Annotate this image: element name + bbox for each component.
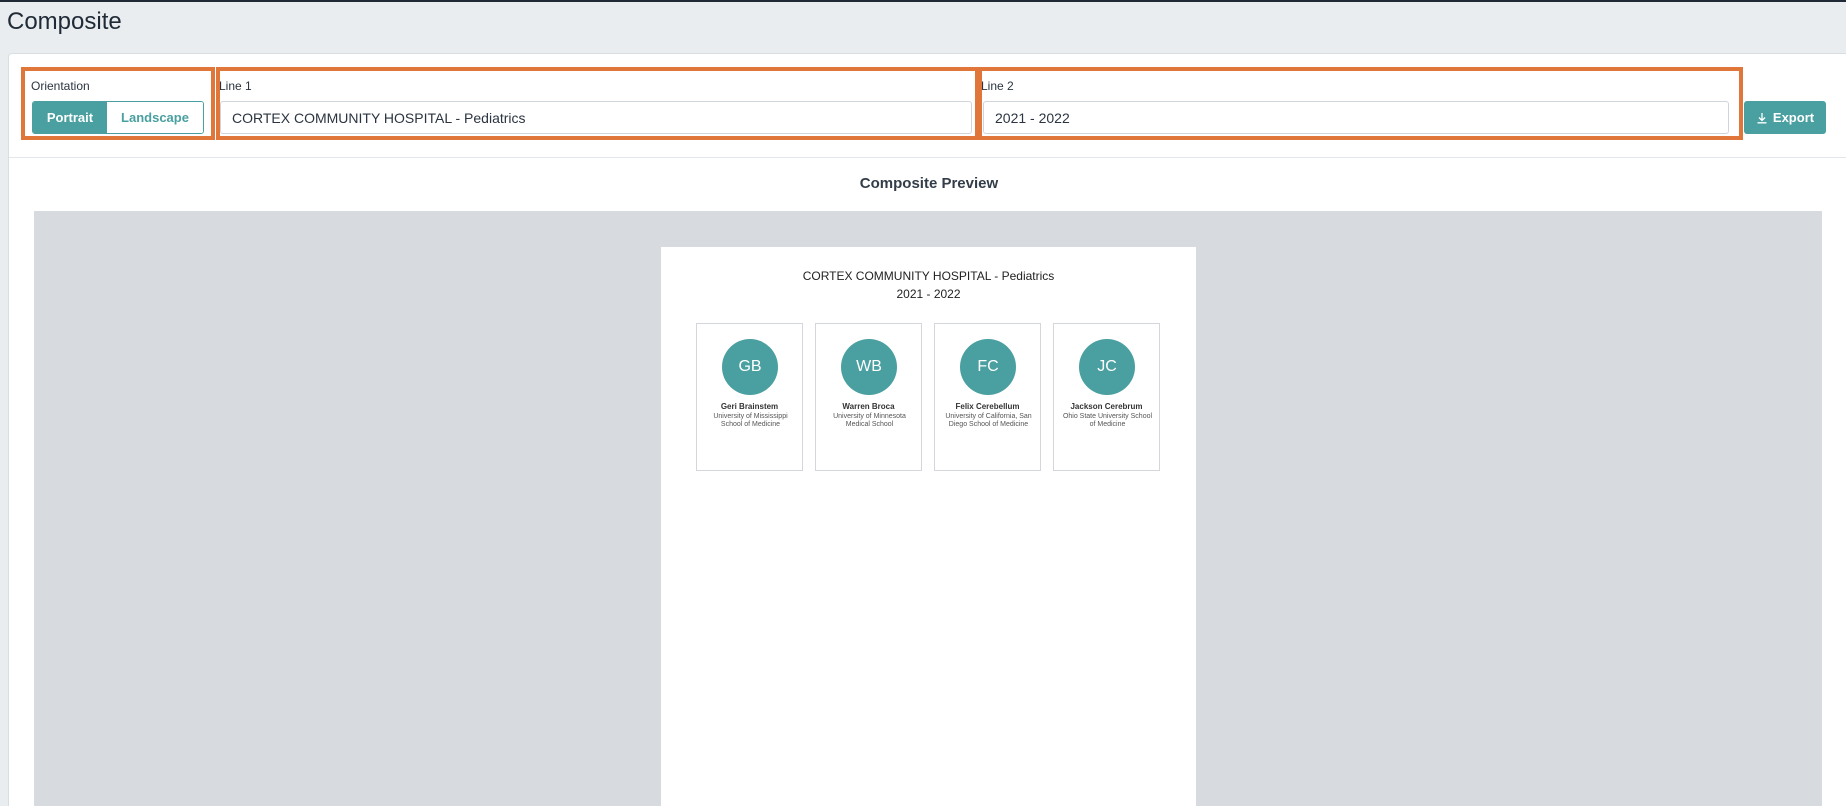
sheet-line1: CORTEX COMMUNITY HOSPITAL - Pediatrics <box>802 269 1055 283</box>
person-card: JC Jackson Cerebrum Ohio State Universit… <box>1053 323 1160 471</box>
composite-sheet: CORTEX COMMUNITY HOSPITAL - Pediatrics 2… <box>661 247 1196 806</box>
avatar: WB <box>841 339 897 395</box>
avatar: FC <box>960 339 1016 395</box>
sheet-line2: 2021 - 2022 <box>896 287 961 301</box>
person-school: University of California, San Diego Scho… <box>945 413 1032 428</box>
orientation-label: Orientation <box>31 79 90 93</box>
download-icon <box>1757 112 1767 123</box>
avatar: JC <box>1079 339 1135 395</box>
top-rule <box>0 0 1846 2</box>
person-school: University of Mississippi School of Medi… <box>713 413 788 428</box>
person-card: FC Felix Cerebellum University of Califo… <box>934 323 1041 471</box>
person-name: Warren Broca <box>842 402 895 411</box>
export-button[interactable]: Export <box>1744 101 1826 134</box>
preview-title: Composite Preview <box>859 175 999 192</box>
person-card: GB Geri Brainstem University of Mississi… <box>696 323 803 471</box>
portrait-button[interactable]: Portrait <box>33 102 107 133</box>
composite-panel: Orientation Portrait Landscape Line 1 Li… <box>8 53 1846 806</box>
landscape-button[interactable]: Landscape <box>107 102 203 133</box>
person-name: Felix Cerebellum <box>955 402 1020 411</box>
line1-input[interactable] <box>220 101 972 134</box>
controls-bar: Orientation Portrait Landscape Line 1 Li… <box>9 54 1846 158</box>
person-school: University of Minnesota Medical School <box>833 413 906 428</box>
orientation-toggle: Portrait Landscape <box>32 101 204 134</box>
avatar: GB <box>722 339 778 395</box>
person-name: Geri Brainstem <box>720 402 779 411</box>
line2-label: Line 2 <box>981 79 1014 93</box>
page-title: Composite <box>7 8 122 35</box>
person-name: Jackson Cerebrum <box>1070 402 1143 411</box>
line1-label: Line 1 <box>219 79 252 93</box>
preview-area: CORTEX COMMUNITY HOSPITAL - Pediatrics 2… <box>34 211 1822 806</box>
line2-input[interactable] <box>983 101 1729 134</box>
person-card: WB Warren Broca University of Minnesota … <box>815 323 922 471</box>
export-label: Export <box>1772 110 1815 125</box>
person-school: Ohio State University School of Medicine <box>1062 413 1153 428</box>
